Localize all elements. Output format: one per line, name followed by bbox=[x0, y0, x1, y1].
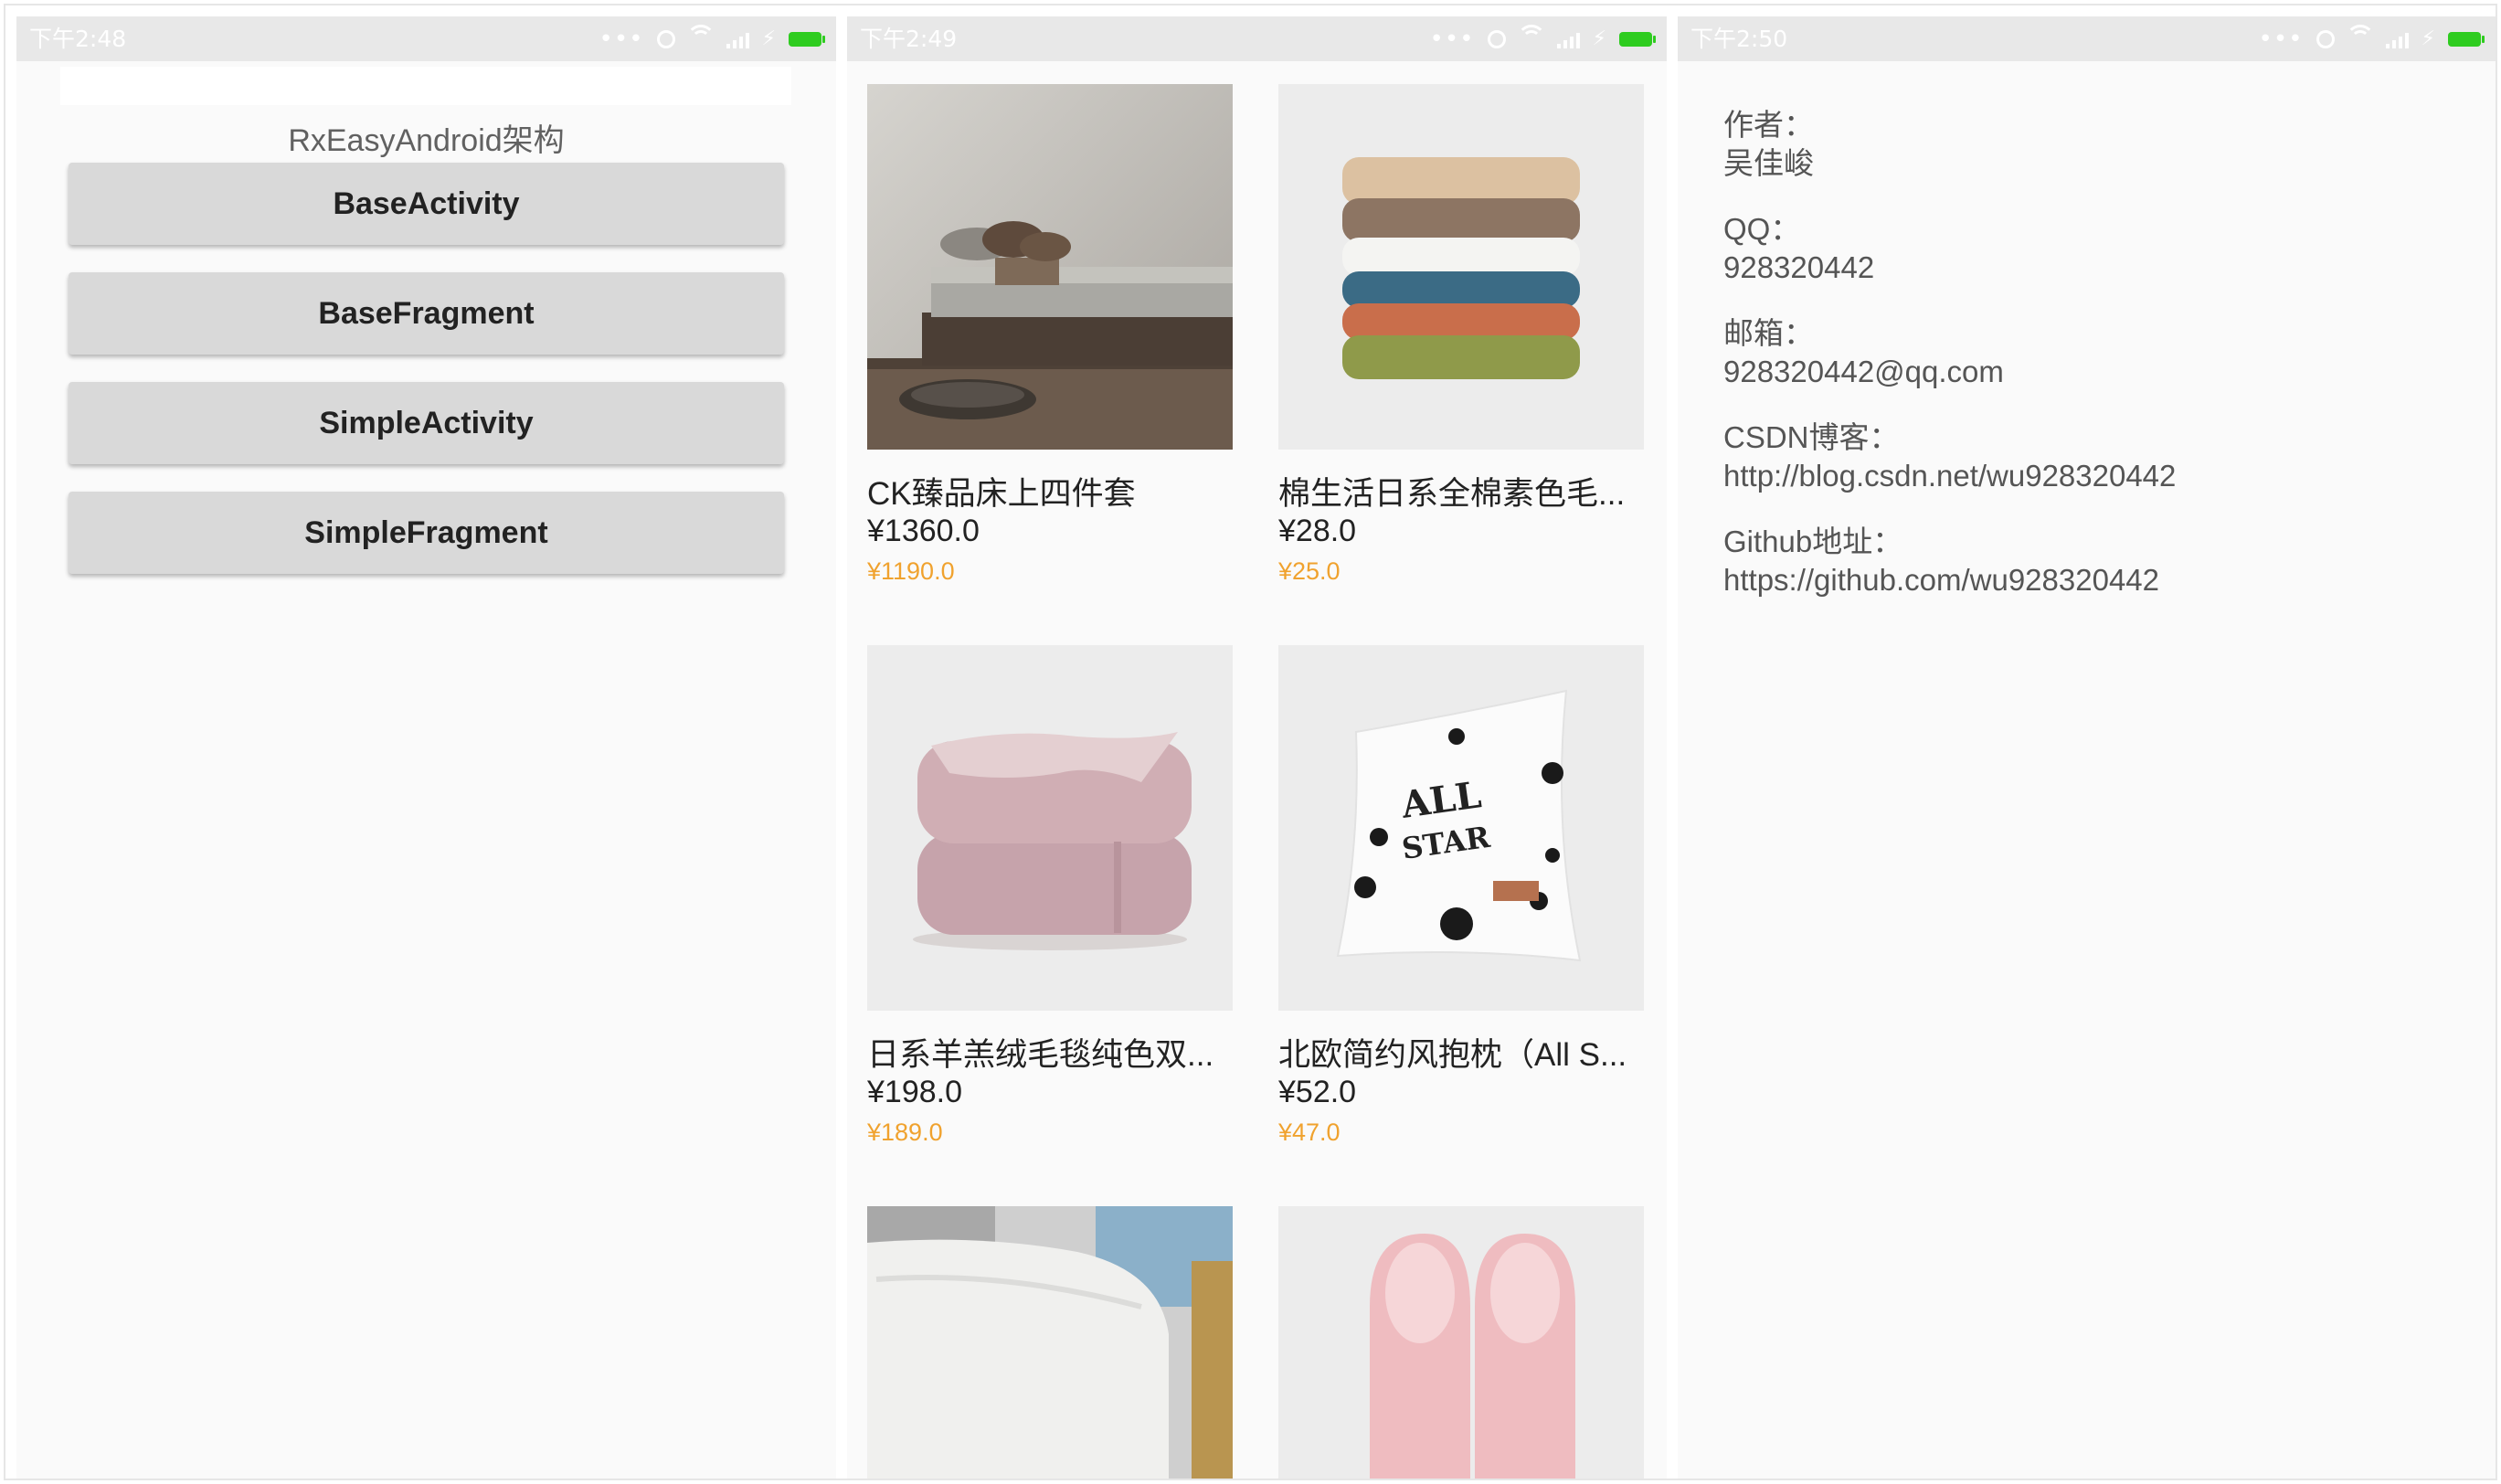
signal-icon bbox=[2385, 30, 2409, 48]
battery-icon bbox=[1619, 31, 1656, 47]
product-name: 北欧简约风抱枕（All S... bbox=[1278, 1037, 1627, 1073]
product-name: 棉生活日系全棉素色毛... bbox=[1278, 476, 1626, 512]
status-bar: 下午2:50 ••• ⚡ bbox=[1678, 16, 2496, 61]
charging-icon: ⚡ bbox=[1592, 26, 1606, 50]
email-info: 邮箱： 928320442@qq.com bbox=[1723, 314, 2004, 391]
status-time: 下午2:50 bbox=[1690, 26, 1788, 52]
qq-info: QQ： 928320442 bbox=[1723, 210, 1874, 287]
blanket-image bbox=[867, 645, 1233, 1011]
base-activity-button[interactable]: BaseActivity bbox=[69, 163, 784, 245]
screen-products: 下午2:49 ••• ⚡ CK臻品床上四件套 ¥1360.0 ¥1190.0 棉… bbox=[847, 16, 1667, 1479]
more-notifications-icon: ••• bbox=[599, 25, 644, 53]
product-original-price: ¥189.0 bbox=[867, 1118, 943, 1146]
signal-icon bbox=[1556, 30, 1580, 48]
author-info: 作者： 吴佳峻 bbox=[1723, 106, 1814, 183]
github-info: Github地址： https://github.com/wu928320442 bbox=[1723, 523, 2159, 599]
screen-about: 下午2:50 ••• ⚡ 作者： 吴佳峻 QQ： 928320442 邮箱： 9… bbox=[1678, 16, 2496, 1479]
status-time: 下午2:49 bbox=[860, 26, 958, 52]
csdn-info: CSDN博客： http://blog.csdn.net/wu928320442 bbox=[1723, 419, 2176, 495]
product-name: CK臻品床上四件套 bbox=[867, 476, 1136, 512]
product-price: ¥1360.0 bbox=[867, 514, 980, 548]
bedding-set-image bbox=[867, 84, 1233, 450]
wifi-icon bbox=[2345, 24, 2375, 48]
signal-icon bbox=[726, 30, 749, 48]
info-label: 作者： bbox=[1723, 108, 1814, 142]
csdn-link[interactable]: http://blog.csdn.net/wu928320442 bbox=[1723, 457, 2176, 495]
alarm-icon bbox=[2316, 29, 2335, 48]
status-time: 下午2:48 bbox=[29, 26, 127, 52]
status-bar: 下午2:48 ••• ⚡ bbox=[16, 16, 836, 61]
slippers-image bbox=[1278, 1206, 1644, 1479]
wifi-icon bbox=[685, 24, 715, 48]
memory-pillow-image bbox=[867, 1206, 1233, 1479]
screenshot-frame: 下午2:48 ••• ⚡ RxEasyAndroid架构 BaseActivit… bbox=[4, 4, 2497, 1480]
toolbar bbox=[60, 67, 791, 105]
product-original-price: ¥25.0 bbox=[1278, 557, 1341, 585]
simple-fragment-button[interactable]: SimpleFragment bbox=[69, 492, 784, 574]
page-title: RxEasyAndroid架构 bbox=[288, 123, 565, 158]
info-label: 邮箱： bbox=[1723, 316, 1814, 350]
charging-icon: ⚡ bbox=[761, 26, 776, 50]
info-label: CSDN博客： bbox=[1723, 420, 1900, 454]
product-original-price: ¥47.0 bbox=[1278, 1118, 1341, 1146]
battery-icon bbox=[2448, 31, 2485, 47]
alarm-icon bbox=[1487, 29, 1506, 48]
status-bar: 下午2:49 ••• ⚡ bbox=[847, 16, 1667, 61]
product-price: ¥198.0 bbox=[867, 1075, 962, 1109]
more-notifications-icon: ••• bbox=[1429, 25, 1475, 53]
product-name: 日系羊羔绒毛毯纯色双... bbox=[867, 1037, 1214, 1073]
towel-stack-image bbox=[1278, 84, 1644, 450]
alarm-icon bbox=[656, 29, 675, 48]
product-original-price: ¥1190.0 bbox=[867, 557, 955, 585]
wifi-icon bbox=[1516, 24, 1546, 48]
product-price: ¥28.0 bbox=[1278, 514, 1357, 548]
base-fragment-button[interactable]: BaseFragment bbox=[69, 272, 784, 355]
info-label: QQ： bbox=[1723, 212, 1801, 246]
charging-icon: ⚡ bbox=[2421, 26, 2435, 50]
battery-icon bbox=[789, 31, 825, 47]
github-link[interactable]: https://github.com/wu928320442 bbox=[1723, 561, 2159, 599]
info-label: Github地址： bbox=[1723, 525, 1903, 558]
simple-activity-button[interactable]: SimpleActivity bbox=[69, 382, 784, 464]
more-notifications-icon: ••• bbox=[2258, 25, 2304, 53]
info-value: 928320442 bbox=[1723, 250, 1875, 284]
info-value: 吴佳峻 bbox=[1723, 146, 1814, 180]
pillow-image: ALL STAR bbox=[1278, 645, 1644, 1011]
screen-home: 下午2:48 ••• ⚡ RxEasyAndroid架构 BaseActivit… bbox=[16, 16, 836, 1479]
info-value: 928320442@qq.com bbox=[1723, 355, 2004, 388]
product-price: ¥52.0 bbox=[1278, 1075, 1357, 1109]
